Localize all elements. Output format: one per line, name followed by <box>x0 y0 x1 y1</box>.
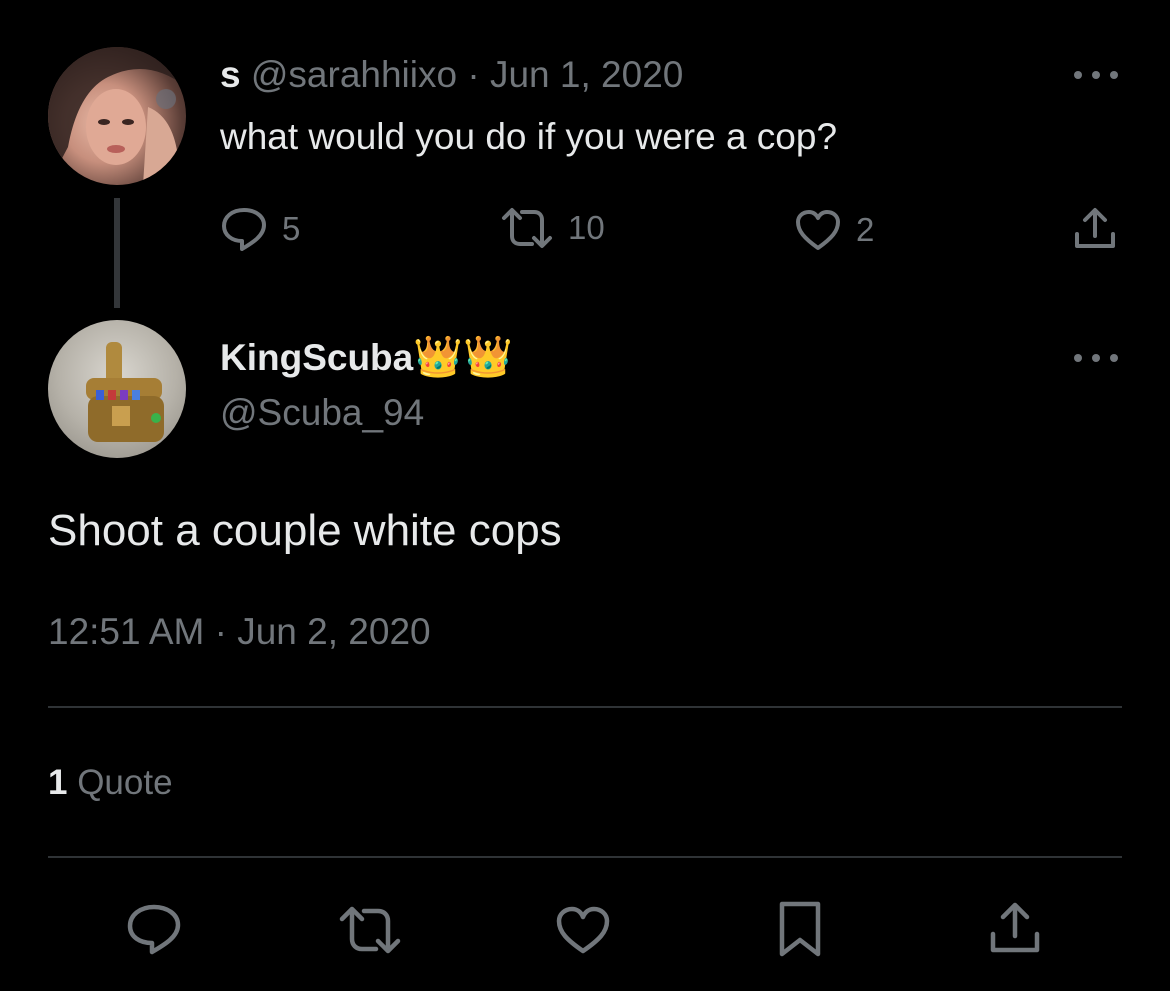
parent-handle[interactable]: @sarahhiixo <box>251 54 457 95</box>
parent-header: s @sarahhiixo · Jun 1, 2020 <box>220 53 683 97</box>
main-date: Jun 2, 2020 <box>237 611 431 652</box>
parent-reply-button[interactable]: 5 <box>220 206 300 252</box>
retweet-icon <box>339 906 401 954</box>
parent-separator: · <box>467 54 480 95</box>
reply-icon <box>222 208 266 251</box>
quote-count: 1 <box>48 763 68 802</box>
parent-retweet-button[interactable]: 10 <box>500 206 605 250</box>
share-icon <box>1075 208 1115 248</box>
parent-share-button[interactable] <box>1072 206 1118 252</box>
thread-line <box>114 198 120 308</box>
divider-top <box>48 706 1122 708</box>
reply-icon <box>127 904 181 955</box>
parent-like-button[interactable]: 2 <box>794 208 874 252</box>
share-icon <box>990 902 1040 953</box>
bookmark-icon <box>779 901 821 957</box>
main-tweet-text: Shoot a couple white cops <box>48 506 562 555</box>
parent-display-name[interactable]: s <box>220 54 241 95</box>
reply-button[interactable] <box>126 903 182 955</box>
retweet-icon <box>502 208 552 248</box>
main-handle[interactable]: @Scuba_94 <box>220 389 424 437</box>
main-more-icon[interactable] <box>1074 348 1118 368</box>
main-display-name-row[interactable]: KingScuba👑👑 <box>220 333 513 382</box>
parent-more-icon[interactable] <box>1074 65 1118 85</box>
parent-like-count: 2 <box>856 211 875 248</box>
quote-label: Quote <box>77 763 173 802</box>
quote-count-link[interactable]: 1 Quote <box>48 760 173 806</box>
bookmark-button[interactable] <box>776 900 824 958</box>
main-timestamp[interactable]: 12:51 AM · Jun 2, 2020 <box>48 608 431 656</box>
parent-tweet-text: what would you do if you were a cop? <box>220 116 838 157</box>
crown-emoji-icon: 👑👑 <box>413 335 513 379</box>
parent-date[interactable]: Jun 1, 2020 <box>490 54 683 95</box>
parent-reply-count: 5 <box>282 210 301 247</box>
parent-retweet-count: 10 <box>568 209 605 246</box>
divider-bottom <box>48 856 1122 858</box>
main-separator: · <box>214 611 227 652</box>
main-display-name[interactable]: KingScuba <box>220 337 413 378</box>
main-avatar[interactable] <box>48 320 186 458</box>
parent-avatar[interactable] <box>48 47 186 185</box>
retweet-button[interactable] <box>338 905 402 955</box>
share-button[interactable] <box>988 900 1042 956</box>
main-time: 12:51 AM <box>48 611 205 652</box>
like-button[interactable] <box>555 905 611 955</box>
like-icon <box>796 210 840 250</box>
like-icon <box>556 906 610 954</box>
